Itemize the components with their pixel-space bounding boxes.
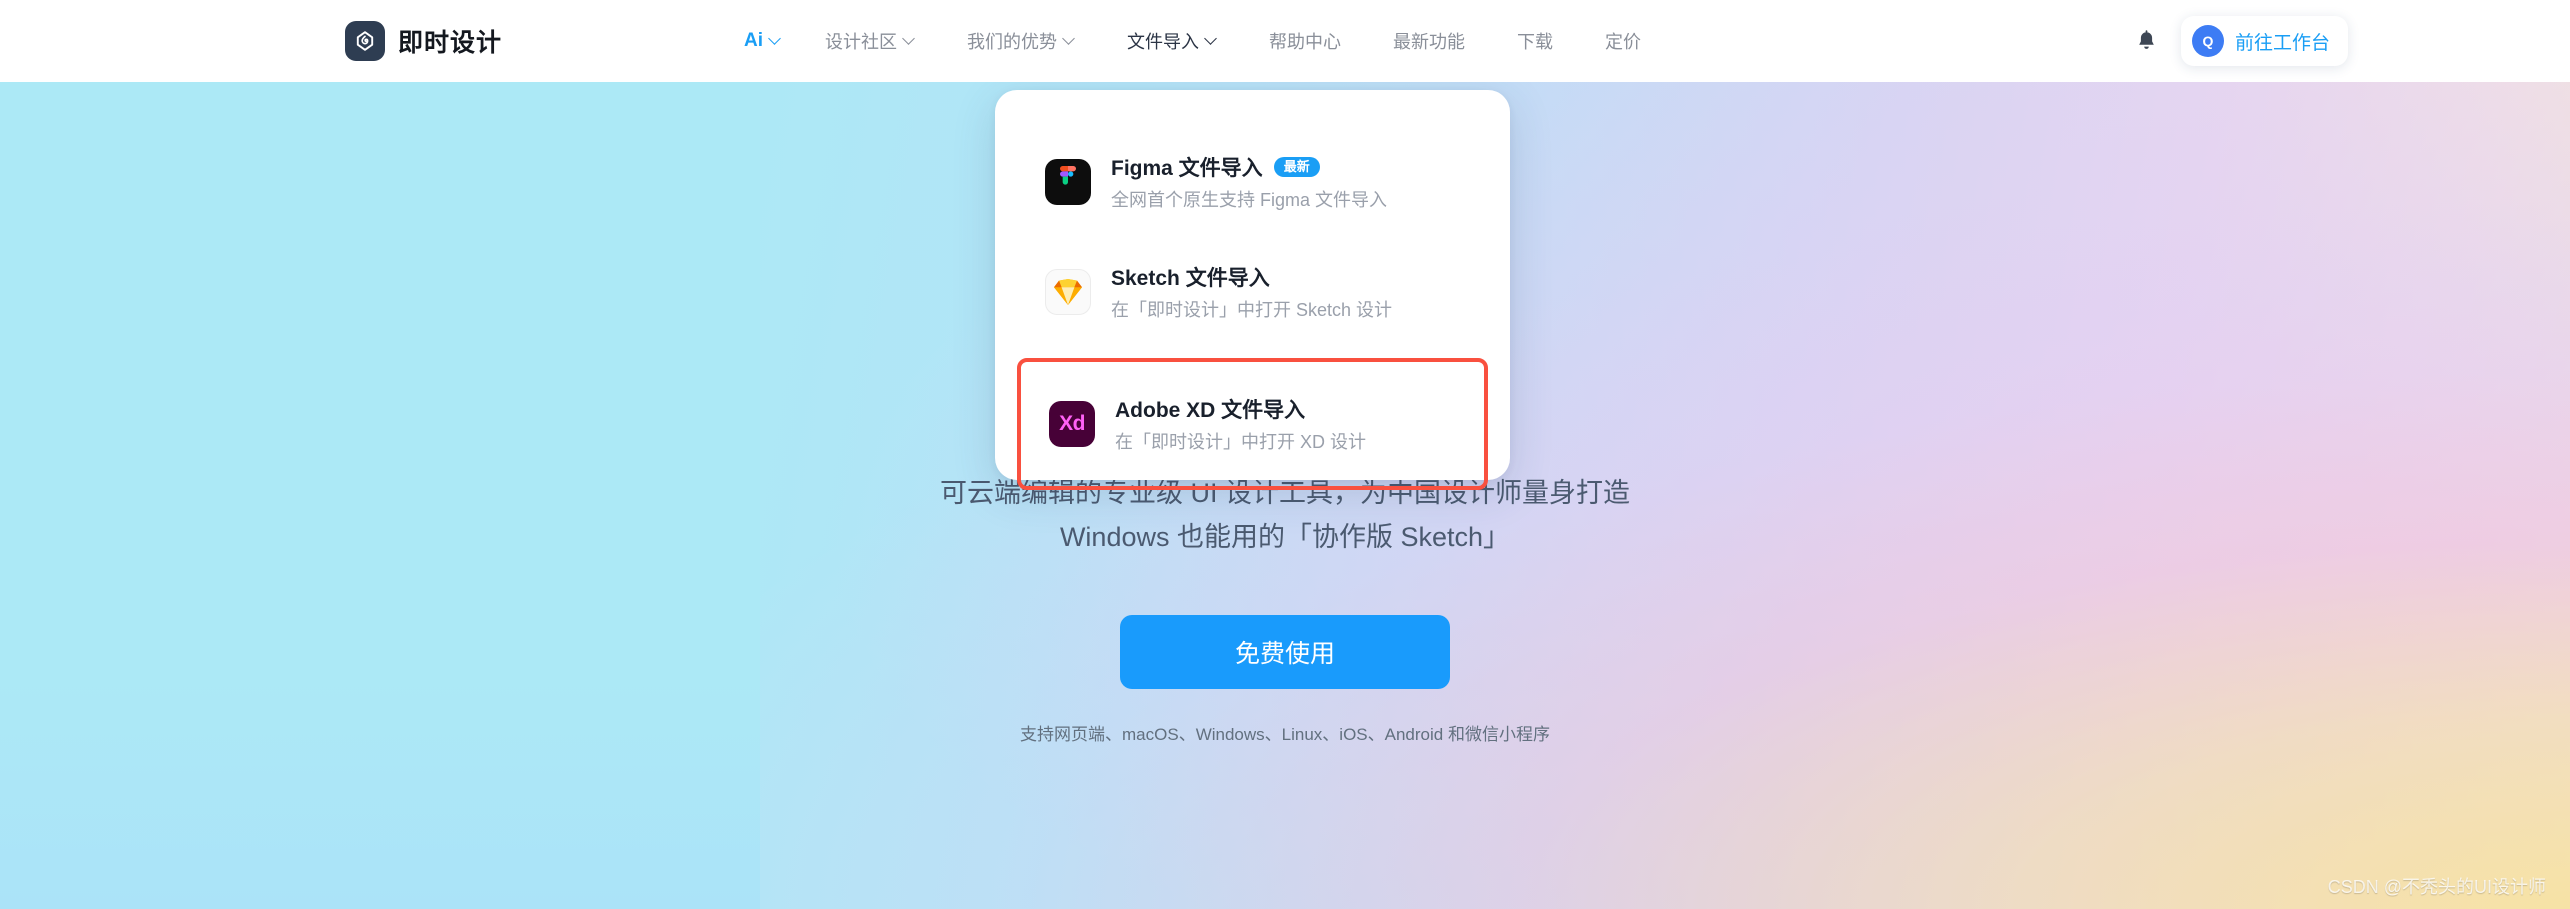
nav-item-label: 最新功能 xyxy=(1393,32,1465,52)
dropdown-item-adobe-xd[interactable]: Xd Adobe XD 文件导入 在「即时设计」中打开 XD 设计 xyxy=(1017,358,1488,490)
nav-item-file-import[interactable]: 文件导入 xyxy=(1101,0,1243,82)
brand[interactable]: 即时设计 xyxy=(345,21,502,61)
nav-item-label: 下载 xyxy=(1517,32,1553,52)
free-trial-button[interactable]: 免费使用 xyxy=(1120,615,1450,690)
dropdown-item-title: Figma 文件导入 xyxy=(1111,157,1263,180)
nav-item-help-center[interactable]: 帮助中心 xyxy=(1243,0,1367,82)
nav-links: Ai 设计社区 我们的优势 文件导入 帮助中心 最新功能 下载 定价 xyxy=(718,0,1667,82)
watermark: CSDN @不秃头的UI设计师 xyxy=(2327,877,2546,897)
top-navbar: 即时设计 Ai 设计社区 我们的优势 文件导入 帮助中心 最新功能 下载 定价 xyxy=(0,0,2570,82)
adobe-xd-icon-label: Xd xyxy=(1059,412,1085,435)
nav-item-label: Ai xyxy=(744,30,763,51)
nav-right-actions: Q 前往工作台 xyxy=(2125,0,2348,82)
nav-item-advantages[interactable]: 我们的优势 xyxy=(941,0,1101,82)
nav-item-community[interactable]: 设计社区 xyxy=(799,0,941,82)
dropdown-item-title: Sketch 文件导入 xyxy=(1111,267,1270,290)
nav-item-label: 帮助中心 xyxy=(1269,32,1341,52)
go-to-workbench-label: 前往工作台 xyxy=(2234,32,2330,54)
dropdown-item-title: Adobe XD 文件导入 xyxy=(1115,399,1306,422)
chevron-down-icon xyxy=(770,34,781,45)
status-badge: 最新 xyxy=(1273,157,1320,177)
nav-item-ai[interactable]: Ai xyxy=(718,0,799,82)
dropdown-item-texts: Adobe XD 文件导入 在「即时设计」中打开 XD 设计 xyxy=(1115,394,1366,454)
figma-icon xyxy=(1045,159,1091,205)
nav-item-label: 我们的优势 xyxy=(967,32,1057,52)
go-to-workbench-button[interactable]: Q 前往工作台 xyxy=(2180,16,2348,66)
nav-item-label: 文件导入 xyxy=(1127,32,1199,52)
file-import-dropdown: Figma 文件导入 最新 全网首个原生支持 Figma 文件导入 Sketch… xyxy=(995,90,1510,490)
dropdown-item-title-row: Adobe XD 文件导入 xyxy=(1115,394,1366,424)
dropdown-item-title-row: Figma 文件导入 最新 xyxy=(1111,152,1387,182)
nav-item-label: 设计社区 xyxy=(825,32,897,52)
dropdown-item-desc: 在「即时设计」中打开 Sketch 设计 xyxy=(1111,300,1393,320)
dropdown-item-desc: 全网首个原生支持 Figma 文件导入 xyxy=(1111,190,1388,210)
nav-item-download[interactable]: 下载 xyxy=(1491,0,1579,82)
nav-item-label: 定价 xyxy=(1605,32,1641,52)
chevron-down-icon xyxy=(1206,34,1217,45)
avatar: Q xyxy=(2191,25,2224,57)
nav-item-pricing[interactable]: 定价 xyxy=(1579,0,1667,82)
dropdown-item-figma[interactable]: Figma 文件导入 最新 全网首个原生支持 Figma 文件导入 xyxy=(1009,138,1496,226)
brand-name: 即时设计 xyxy=(398,29,503,57)
chevron-down-icon xyxy=(904,34,915,45)
dropdown-item-texts: Sketch 文件导入 在「即时设计」中打开 Sketch 设计 xyxy=(1111,262,1392,322)
dropdown-item-desc: 在「即时设计」中打开 XD 设计 xyxy=(1115,432,1367,452)
adobe-xd-icon: Xd xyxy=(1049,401,1095,447)
flame-logo-icon xyxy=(345,21,385,61)
chevron-down-icon xyxy=(1064,34,1075,45)
dropdown-item-texts: Figma 文件导入 最新 全网首个原生支持 Figma 文件导入 xyxy=(1111,152,1387,212)
dropdown-item-sketch[interactable]: Sketch 文件导入 在「即时设计」中打开 Sketch 设计 xyxy=(1009,248,1496,336)
nav-item-new-features[interactable]: 最新功能 xyxy=(1367,0,1491,82)
sketch-icon xyxy=(1045,269,1091,315)
hero-background-left xyxy=(0,82,760,909)
dropdown-item-title-row: Sketch 文件导入 xyxy=(1111,262,1392,292)
notification-bell-icon[interactable] xyxy=(2125,19,2169,63)
